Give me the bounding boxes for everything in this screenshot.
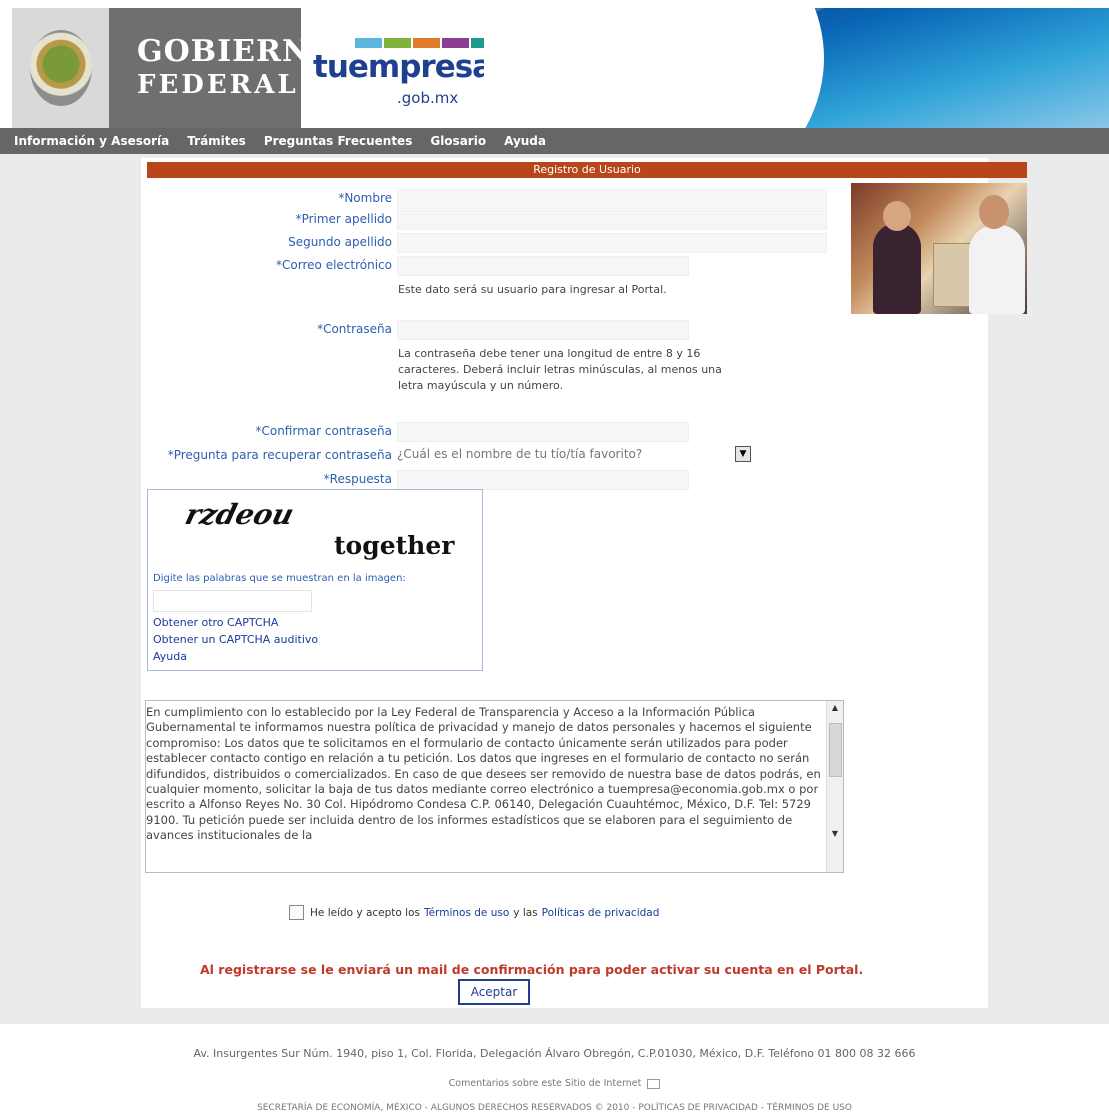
photo-box [933,243,971,307]
textarea-scrollbar[interactable]: ▲ ▼ [826,701,843,872]
business-people-photo [851,183,1027,314]
accept-button[interactable]: Aceptar [458,979,530,1005]
confirmar-input[interactable] [397,422,689,442]
nav-tramites[interactable]: Trámites [178,134,255,148]
confirmar-label: *Confirmar contraseña [255,424,392,438]
correo-input[interactable] [397,256,689,276]
scroll-down-icon[interactable]: ▼ [829,829,841,841]
pregunta-label: *Pregunta para recuperar contraseña [167,448,392,462]
logo-domain: .gob.mx [397,89,459,107]
footer-comments-link[interactable]: Comentarios sobre este Sitio de Internet [0,1078,1109,1089]
captcha-input[interactable] [153,590,312,612]
contrasena-note: La contraseña debe tener una longitud de… [398,347,722,392]
accept-prefix: He leído y acepto los [310,906,420,919]
accept-terms-checkbox[interactable] [289,905,304,920]
tuempresa-logo[interactable]: tuempresa .gob.mx [301,8,498,128]
nombre-label: *Nombre [338,191,392,205]
privacy-policy-link[interactable]: Políticas de privacidad [542,907,660,919]
contrasena-input[interactable] [397,320,689,340]
main-nav: Información y Asesoría Trámites Pregunta… [0,128,1109,154]
nav-preguntas[interactable]: Preguntas Frecuentes [255,134,422,148]
photo-figure [969,225,1025,314]
header-banner [484,8,1109,128]
footer-copyright: SECRETARÍA DE ECONOMÍA, MÉXICO - ALGUNOS… [257,1103,852,1113]
nav-informacion[interactable]: Información y Asesoría [0,134,178,148]
logo-word: tuempresa [313,49,493,85]
logo-color-bars [355,38,498,48]
footer-comments-text: Comentarios sobre este Sitio de Internet [448,1078,642,1089]
captcha-word-2: together [334,531,455,560]
correo-note: Este dato será su usuario para ingresar … [398,283,667,296]
mexico-seal-icon [30,30,92,106]
logo-bar [442,38,469,48]
form-title: Registro de Usuario [147,162,1027,178]
captcha-help-link[interactable]: Ayuda [153,650,187,663]
captcha-word-1: rzdeou [181,498,298,531]
captcha-instruction: Digite las palabras que se muestran en l… [153,573,406,584]
pregunta-select[interactable]: ¿Cuál es el nombre de tu tío/tía favorit… [397,444,753,464]
footer-address: Av. Insurgentes Sur Núm. 1940, piso 1, C… [193,1047,916,1060]
nombre-input[interactable] [397,189,827,209]
respuesta-label: *Respuesta [323,472,392,486]
nav-glosario[interactable]: Glosario [421,134,495,148]
logo-bar [413,38,440,48]
privacy-textarea[interactable]: En cumplimiento con lo establecido por l… [145,700,844,873]
contrasena-label: *Contraseña [317,322,392,336]
pregunta-selected-value: ¿Cuál es el nombre de tu tío/tía favorit… [397,447,643,461]
segundo-apellido-label: Segundo apellido [288,235,392,249]
mexico-seal-box [12,8,109,128]
primer-apellido-input[interactable] [397,210,827,230]
nav-ayuda[interactable]: Ayuda [495,134,555,148]
accept-terms-row: He leído y acepto los Términos de uso y … [289,905,663,920]
scroll-up-icon[interactable]: ▲ [829,703,841,715]
respuesta-input[interactable] [397,470,689,490]
scroll-thumb[interactable] [829,723,842,777]
photo-figure [873,223,921,314]
captcha-box: rzdeou together Digite las palabras que … [147,489,483,671]
logo-bar [355,38,382,48]
correo-label: *Correo electrónico [276,258,392,272]
captcha-other-link[interactable]: Obtener otro CAPTCHA [153,616,278,629]
logo-bar [384,38,411,48]
gobierno-federal-logo: GOBIERNO FEDERAL [109,8,337,128]
header: GOBIERNO FEDERAL tuempresa .gob.mx [0,0,1109,128]
gob-line2: FEDERAL [137,70,299,100]
confirmation-message: Al registrarse se le enviará un mail de … [200,962,864,977]
photo-figure-head [883,201,911,231]
photo-figure-head [979,195,1009,229]
primer-apellido-label: *Primer apellido [295,212,392,226]
banner-ring-shape [684,8,1109,128]
captcha-audio-link[interactable]: Obtener un CAPTCHA auditivo [153,633,318,646]
mail-icon [647,1078,661,1089]
chevron-down-icon[interactable]: ▼ [735,446,751,462]
terms-of-use-link[interactable]: Términos de uso [424,907,509,919]
accept-middle: y las [513,906,538,919]
segundo-apellido-input[interactable] [397,233,827,253]
privacy-text: En cumplimiento con lo establecido por l… [146,705,821,843]
